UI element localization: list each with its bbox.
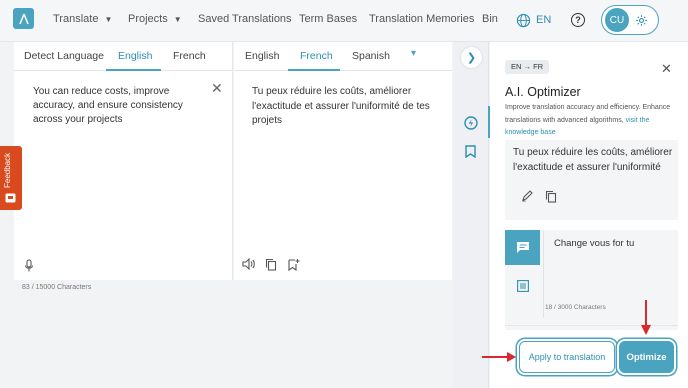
nav-bin[interactable]: Bin bbox=[482, 13, 498, 25]
ui-language-label: EN bbox=[536, 14, 552, 26]
nav-saved-translations-label: Saved Translations bbox=[198, 13, 292, 25]
panel-description: Improve translation accuracy and efficie… bbox=[505, 102, 680, 140]
optimized-preview: Tu peux réduire les coûts, améliorer l'e… bbox=[505, 140, 678, 220]
tab-french[interactable]: French bbox=[173, 50, 206, 62]
top-navigation: Translate ▼ Projects ▼ Saved Translation… bbox=[0, 0, 688, 42]
optimize-button[interactable]: Optimize bbox=[619, 341, 674, 373]
tab-spanish[interactable]: Spanish bbox=[352, 50, 390, 62]
instruction-value: Change vous for tu bbox=[554, 238, 635, 249]
ai-optimizer-panel: EN → FR ✕ A.I. Optimizer Improve transla… bbox=[490, 42, 688, 388]
nav-projects-label: Projects bbox=[128, 13, 168, 25]
copy-icon[interactable] bbox=[545, 190, 557, 203]
nav-term-bases[interactable]: Term Bases bbox=[299, 13, 357, 25]
gear-icon[interactable] bbox=[635, 14, 648, 27]
pencil-icon[interactable] bbox=[521, 190, 533, 202]
active-tab-indicator bbox=[106, 69, 161, 71]
preview-toolbar bbox=[521, 190, 557, 203]
nav-projects[interactable]: Projects ▼ bbox=[128, 13, 182, 25]
target-language-tabs: English French Spanish ▾ bbox=[234, 42, 452, 71]
target-panel: English French Spanish ▾ Tu peux réduire… bbox=[234, 42, 452, 280]
preview-text: Tu peux réduire les coûts, améliorer l'e… bbox=[513, 147, 673, 173]
globe-icon bbox=[516, 13, 531, 27]
copy-icon[interactable] bbox=[265, 258, 277, 271]
ai-optimizer-icon[interactable] bbox=[464, 116, 478, 130]
close-icon[interactable]: ✕ bbox=[661, 61, 672, 77]
list-icon bbox=[516, 279, 529, 292]
logo-icon bbox=[18, 13, 29, 24]
panel-title: A.I. Optimizer bbox=[505, 85, 581, 99]
instruction-mode-chat[interactable] bbox=[505, 230, 540, 265]
clear-text-icon[interactable]: ✕ bbox=[211, 80, 223, 97]
nav-term-bases-label: Term Bases bbox=[299, 13, 358, 25]
nav-saved-translations[interactable]: Saved Translations bbox=[198, 13, 292, 25]
ui-language-selector[interactable]: EN bbox=[516, 10, 551, 30]
source-panel: Detect Language English French You can r… bbox=[14, 42, 233, 280]
chevron-down-icon: ▼ bbox=[173, 14, 182, 24]
instruction-mode-list[interactable] bbox=[505, 268, 540, 303]
active-tab-indicator bbox=[288, 69, 340, 71]
avatar: CU bbox=[605, 8, 629, 32]
feedback-label: Feedback bbox=[3, 152, 12, 188]
nav-bin-label: Bin bbox=[482, 13, 498, 25]
expand-panel-icon[interactable]: ❯ bbox=[461, 47, 482, 68]
instruction-area: Change vous for tu bbox=[505, 230, 678, 330]
nav-translate-label: Translate bbox=[53, 13, 99, 25]
bookmark-add-icon[interactable] bbox=[287, 258, 300, 271]
microphone-icon[interactable] bbox=[24, 259, 34, 273]
source-language-tabs: Detect Language English French bbox=[14, 42, 232, 71]
help-icon[interactable]: ? bbox=[571, 13, 585, 27]
chevron-down-icon: ▼ bbox=[104, 14, 113, 24]
instruction-char-count: 18 / 3000 Characters bbox=[545, 304, 606, 311]
nav-translate[interactable]: Translate ▼ bbox=[53, 13, 112, 25]
feedback-tab[interactable]: Feedback bbox=[0, 146, 22, 210]
source-text-input[interactable]: You can reduce costs, improve accuracy, … bbox=[33, 85, 208, 127]
tab-english[interactable]: English bbox=[245, 50, 279, 62]
apply-to-translation-button[interactable]: Apply to translation bbox=[519, 341, 615, 373]
user-menu[interactable]: CU bbox=[601, 5, 659, 35]
nav-translation-memories-label: Translation Memories bbox=[369, 13, 475, 25]
divider bbox=[505, 325, 678, 326]
source-char-count: 83 / 15000 Characters bbox=[22, 284, 92, 291]
bookmark-icon[interactable] bbox=[465, 145, 476, 158]
speaker-icon[interactable] bbox=[242, 258, 255, 270]
tab-detect-language[interactable]: Detect Language bbox=[24, 50, 104, 62]
target-toolbar bbox=[242, 258, 300, 271]
feedback-icon bbox=[5, 193, 16, 203]
target-text-output: Tu peux réduire les coûts, améliorer l'e… bbox=[252, 86, 430, 126]
chevron-down-icon[interactable]: ▾ bbox=[411, 48, 416, 59]
tab-french[interactable]: French bbox=[300, 50, 333, 62]
app-logo[interactable] bbox=[13, 8, 34, 29]
side-rail: ❯ bbox=[453, 42, 490, 388]
nav-translation-memories[interactable]: Translation Memories bbox=[369, 13, 474, 25]
chat-icon bbox=[516, 242, 529, 253]
tab-english[interactable]: English bbox=[118, 50, 152, 62]
language-pair-chip: EN → FR bbox=[505, 60, 550, 74]
